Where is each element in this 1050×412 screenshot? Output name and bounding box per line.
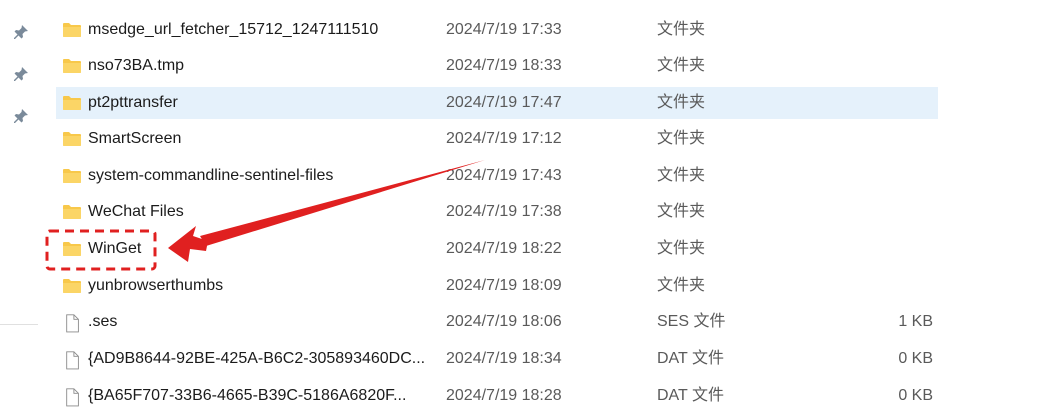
- file-name: WinGet: [88, 240, 142, 257]
- file-date: 2024/7/19 18:34: [446, 350, 562, 367]
- file-name: {AD9B8644-92BE-425A-B6C2-305893460DC...: [88, 350, 426, 367]
- list-item[interactable]: {AD9B8644-92BE-425A-B6C2-305893460DC... …: [56, 343, 938, 375]
- file-date: 2024/7/19 18:22: [446, 240, 562, 257]
- file-date: 2024/7/19 17:38: [446, 203, 562, 220]
- list-item[interactable]: WeChat Files 2024/7/19 17:38 文件夹: [56, 196, 938, 228]
- file-type: 文件夹: [657, 167, 706, 184]
- file-name: .ses: [88, 313, 118, 330]
- pin-icon[interactable]: [13, 24, 29, 40]
- file-date: 2024/7/19 17:12: [446, 130, 562, 147]
- file-date: 2024/7/19 17:47: [446, 94, 562, 111]
- file-name: system-commandline-sentinel-files: [88, 167, 334, 184]
- folder-icon: [63, 279, 81, 293]
- list-item-winget[interactable]: WinGet 2024/7/19 18:22 文件夹: [56, 233, 938, 265]
- file-type: DAT 文件: [657, 387, 724, 404]
- file-name: WeChat Files: [88, 203, 184, 220]
- folder-icon: [63, 205, 81, 219]
- file-name: nso73BA.tmp: [88, 57, 185, 74]
- file-type: 文件夹: [657, 203, 706, 220]
- file-type: SES 文件: [657, 313, 726, 330]
- list-item[interactable]: .ses 2024/7/19 18:06 SES 文件 1 KB: [56, 306, 938, 338]
- file-size: 0 KB: [898, 350, 933, 367]
- file-date: 2024/7/19 18:28: [446, 387, 562, 404]
- list-item-selected[interactable]: pt2pttransfer 2024/7/19 17:47 文件夹: [56, 87, 938, 119]
- file-type: 文件夹: [657, 240, 706, 257]
- file-name: pt2pttransfer: [88, 94, 178, 111]
- list-item[interactable]: msedge_url_fetcher_15712_1247111510 2024…: [56, 14, 938, 46]
- file-type: 文件夹: [657, 94, 706, 111]
- file-name: {BA65F707-33B6-4665-B39C-5186A6820F...: [88, 387, 407, 404]
- list-item[interactable]: SmartScreen 2024/7/19 17:12 文件夹: [56, 123, 938, 155]
- nav-divider: [0, 324, 38, 325]
- file-date: 2024/7/19 18:33: [446, 57, 562, 74]
- pin-icon[interactable]: [13, 108, 29, 124]
- file-size: 0 KB: [898, 387, 933, 404]
- file-date: 2024/7/19 18:06: [446, 313, 562, 330]
- list-item[interactable]: {BA65F707-33B6-4665-B39C-5186A6820F... 2…: [56, 380, 938, 412]
- file-date: 2024/7/19 17:43: [446, 167, 562, 184]
- folder-icon: [63, 132, 81, 146]
- folder-icon: [63, 169, 81, 183]
- file-name: yunbrowserthumbs: [88, 277, 224, 294]
- folder-icon: [63, 96, 81, 110]
- file-date: 2024/7/19 18:09: [446, 277, 562, 294]
- file-name: msedge_url_fetcher_15712_1247111510: [88, 21, 379, 38]
- file-type: 文件夹: [657, 21, 706, 38]
- folder-icon: [63, 23, 81, 37]
- file-name: SmartScreen: [88, 130, 182, 147]
- folder-icon: [63, 59, 81, 73]
- list-item[interactable]: yunbrowserthumbs 2024/7/19 18:09 文件夹: [56, 270, 938, 302]
- file-type: 文件夹: [657, 57, 706, 74]
- file-date: 2024/7/19 17:33: [446, 21, 562, 38]
- pin-icon[interactable]: [13, 66, 29, 82]
- file-icon: [66, 314, 79, 333]
- navigation-pane: [0, 0, 40, 392]
- file-type: 文件夹: [657, 130, 706, 147]
- folder-icon: [63, 242, 81, 256]
- file-icon: [66, 388, 79, 407]
- file-list: msedge_url_fetcher_15712_1247111510 2024…: [56, 0, 996, 407]
- list-item[interactable]: nso73BA.tmp 2024/7/19 18:33 文件夹: [56, 50, 938, 82]
- file-type: 文件夹: [657, 277, 706, 294]
- file-icon: [66, 351, 79, 370]
- file-type: DAT 文件: [657, 350, 724, 367]
- file-size: 1 KB: [898, 313, 933, 330]
- list-item[interactable]: system-commandline-sentinel-files 2024/7…: [56, 160, 938, 192]
